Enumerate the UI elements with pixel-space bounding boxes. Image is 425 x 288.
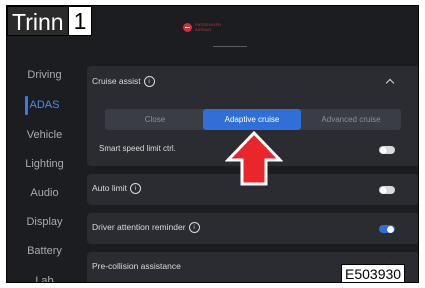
mode-close[interactable]: Close <box>107 109 203 130</box>
toggle-knob <box>380 146 387 154</box>
cruise-assist-title: Cruise assist i <box>92 76 155 88</box>
mode-adaptive-cruise[interactable]: Adaptive cruise <box>203 109 301 130</box>
sidebar-item-audio[interactable]: Audio <box>7 186 82 200</box>
info-icon[interactable]: i <box>129 183 141 195</box>
airbag-line2: AIRBAG <box>195 27 212 32</box>
sidebar-item-lab[interactable]: Lab <box>7 274 82 282</box>
step-name: Trinn <box>7 6 69 36</box>
annotation-arrow-icon <box>225 131 283 186</box>
sidebar-item-lighting[interactable]: Lighting <box>7 157 82 171</box>
sidebar-item-driving[interactable]: Driving <box>7 68 82 82</box>
toggle-knob <box>380 186 387 194</box>
sidebar-item-adas[interactable]: ADAS <box>7 98 82 112</box>
step-number: 1 <box>68 6 93 36</box>
sidebar-item-battery[interactable]: Battery <box>7 244 82 258</box>
figure-code: E503930 <box>341 264 406 283</box>
status-divider <box>213 46 247 47</box>
sidebar-item-display[interactable]: Display <box>7 215 82 229</box>
smart-speed-limit-toggle[interactable] <box>379 146 395 154</box>
sidebar-item-vehicle[interactable]: Vehicle <box>7 128 82 142</box>
smart-speed-limit-label: Smart speed limit ctrl. <box>99 144 176 153</box>
step-label: Trinn 1 <box>7 6 93 36</box>
infotainment-screen: PASSENGER AIRBAG Driving ADAS Vehicle Li… <box>6 5 419 283</box>
toggle-knob <box>387 225 394 233</box>
cruise-mode-selector: Close Adaptive cruise Advanced cruise <box>105 109 401 130</box>
driver-attention-title: Driver attention reminder i <box>92 222 200 234</box>
info-icon[interactable]: i <box>143 76 155 88</box>
info-icon[interactable]: i <box>188 222 200 234</box>
auto-limit-toggle[interactable] <box>379 186 395 194</box>
passenger-airbag-off-icon <box>183 22 192 32</box>
mode-advanced-cruise[interactable]: Advanced cruise <box>303 109 399 130</box>
driver-attention-toggle[interactable] <box>379 225 395 233</box>
passenger-airbag-indicator: PASSENGER AIRBAG <box>183 22 221 32</box>
auto-limit-title: Auto limit i <box>92 183 141 195</box>
pre-collision-title: Pre-collision assistance <box>92 261 181 271</box>
